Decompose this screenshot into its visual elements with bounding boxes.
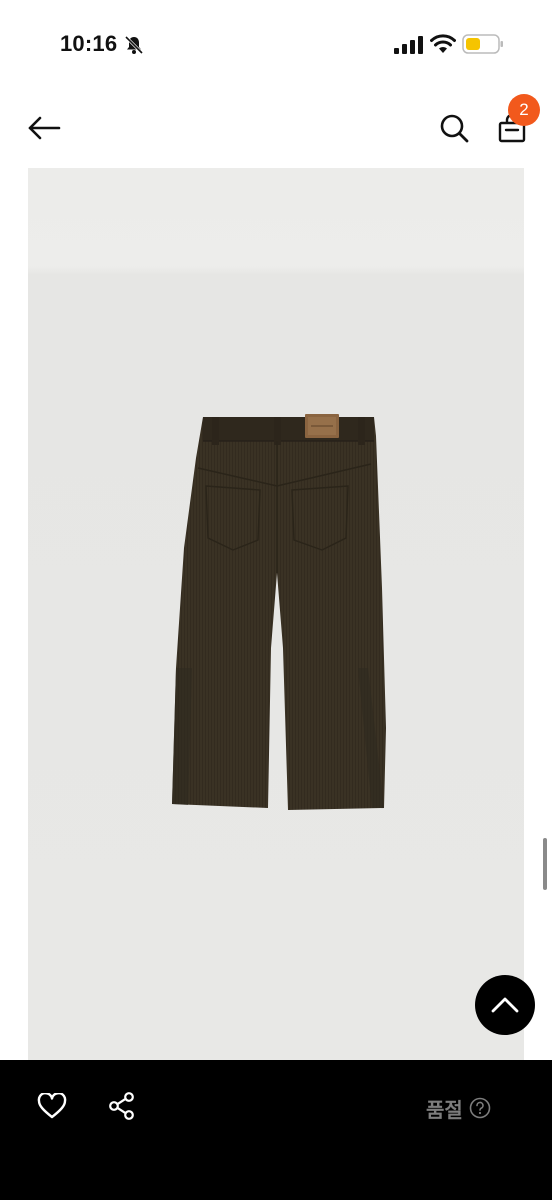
- search-button[interactable]: [434, 108, 474, 148]
- scroll-indicator[interactable]: [543, 838, 547, 890]
- battery-icon: [462, 34, 503, 54]
- share-icon: [109, 1092, 134, 1120]
- back-arrow-icon: [28, 116, 61, 140]
- search-icon: [440, 114, 469, 143]
- bottom-action-bar: 품절: [0, 1060, 552, 1200]
- signal-icon: [394, 36, 423, 54]
- sold-out-label: 품절: [426, 1097, 463, 1122]
- status-bar: 10:16: [0, 0, 552, 90]
- product-image[interactable]: [28, 168, 524, 1060]
- cart-count-badge: 2: [508, 94, 540, 126]
- chevron-up-icon: [491, 997, 519, 1013]
- back-button[interactable]: [24, 108, 64, 148]
- scroll-to-top-button[interactable]: [475, 975, 535, 1035]
- sold-out-status: 품절: [426, 1094, 491, 1122]
- wifi-icon: [430, 34, 456, 53]
- share-button[interactable]: [104, 1088, 140, 1124]
- corduroy-pants-photo: [28, 168, 524, 1060]
- bell-off-icon: [124, 35, 144, 55]
- like-button[interactable]: [34, 1088, 70, 1124]
- status-time: 10:16: [60, 31, 118, 56]
- heart-icon: [37, 1093, 67, 1119]
- top-nav: [0, 90, 552, 166]
- help-circle-icon[interactable]: [469, 1097, 491, 1119]
